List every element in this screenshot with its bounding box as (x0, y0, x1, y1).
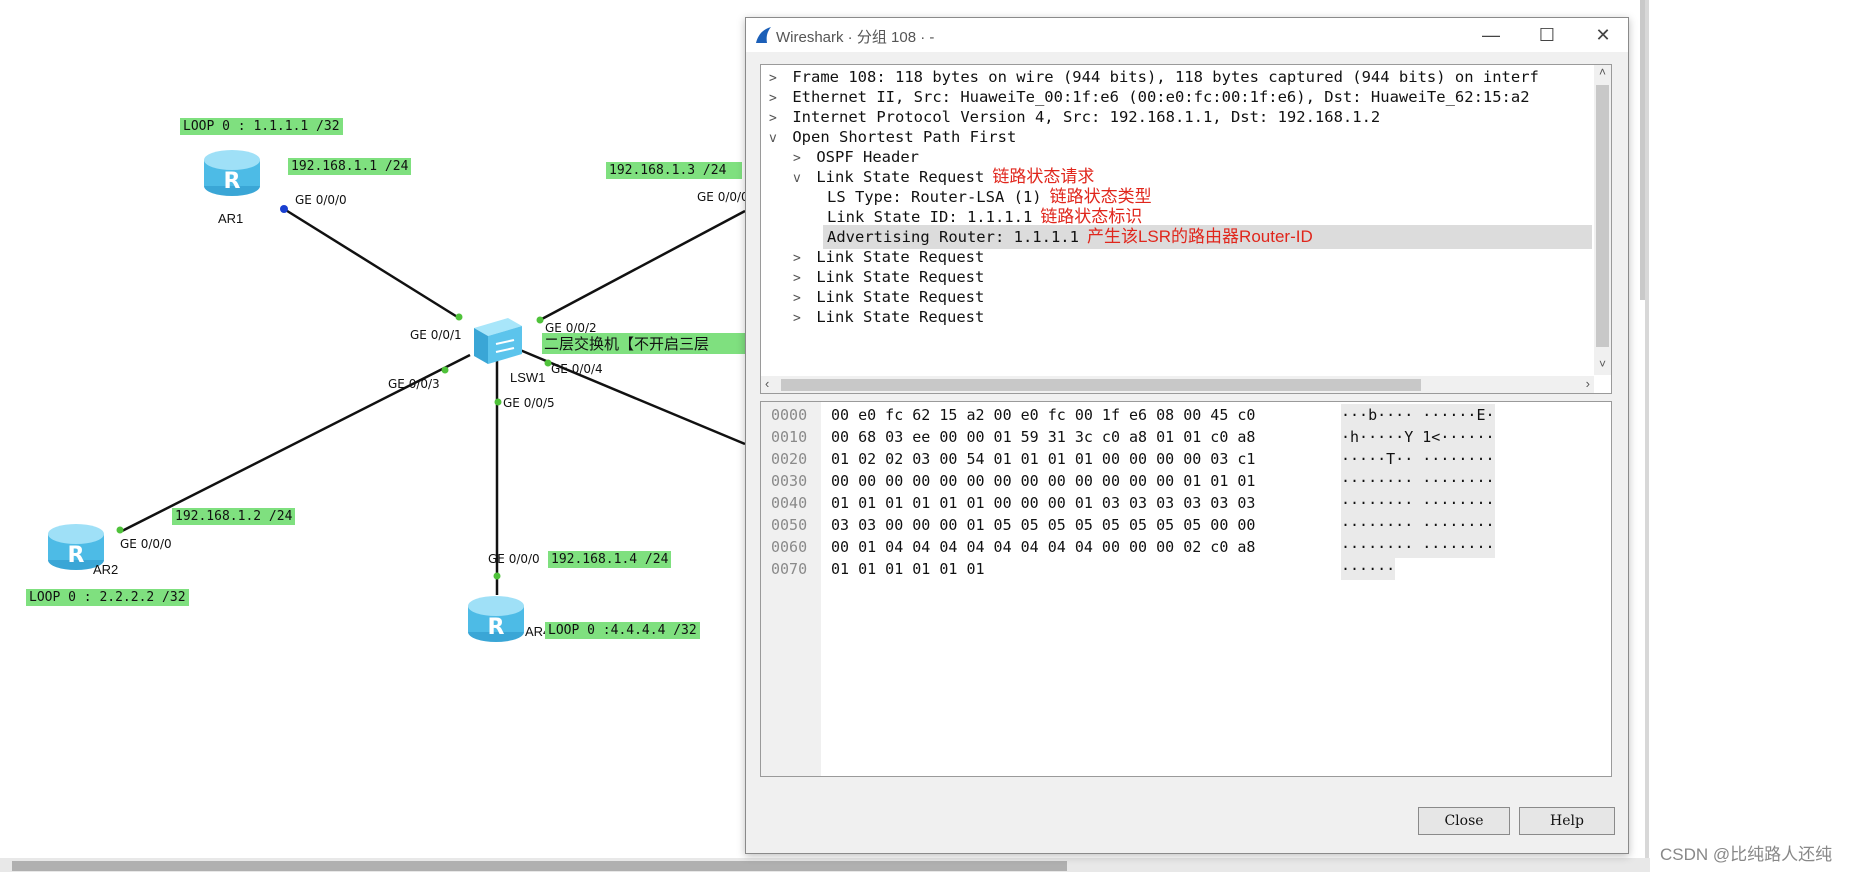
annotation-advertising-router: 产生该LSR的路由器Router-ID (1086, 227, 1313, 246)
hex-bytes[interactable]: 00 e0 fc 62 15 a2 00 e0 fc 00 1f e6 08 0… (831, 404, 1255, 426)
hex-ascii[interactable]: ·h·····Y 1<······ (1341, 426, 1495, 448)
hex-offset: 0020 (771, 450, 808, 468)
ip-label-ar2: 192.168.1.2 /24 (172, 508, 296, 525)
port-label-lsw-g1: GE 0/0/1 (410, 328, 462, 342)
hex-ascii[interactable]: ········ ········ (1341, 492, 1495, 514)
device-name-ar2: AR2 (93, 562, 119, 577)
hex-offset: 0060 (771, 538, 808, 556)
maximize-button[interactable]: ☐ (1524, 22, 1570, 48)
switch-lsw1-icon[interactable] (468, 314, 524, 366)
minimize-button[interactable]: — (1468, 22, 1514, 48)
packet-details-tree[interactable]: > Frame 108: 118 bytes on wire (944 bits… (760, 64, 1612, 394)
hex-bytes[interactable]: 01 01 01 01 01 01 00 00 00 01 03 03 03 0… (831, 492, 1255, 514)
hex-bytes[interactable]: 00 00 00 00 00 00 00 00 00 00 00 00 00 0… (831, 470, 1255, 492)
svg-text:R: R (488, 615, 505, 640)
device-name-ar1: AR1 (218, 211, 244, 226)
window-title: Wireshark · 分组 108 · - (776, 29, 935, 46)
ip-label-ar1: 192.168.1.1 /24 (288, 158, 412, 175)
loopback-label-ar1: LOOP 0 : 1.1.1.1 /32 (180, 118, 343, 135)
port-label-lsw-g5: GE 0/0/5 (503, 396, 555, 410)
tree-vertical-scrollbar[interactable]: ˄ ˅ (1594, 65, 1611, 375)
hex-ascii[interactable]: ········ ········ (1341, 514, 1495, 536)
canvas-right-edge (1645, 0, 1649, 872)
port-label-ar1: GE 0/0/0 (295, 193, 347, 207)
svg-text:R: R (68, 543, 85, 568)
loopback-label-ar2: LOOP 0 : 2.2.2.2 /32 (26, 589, 189, 606)
device-name-lsw1: LSW1 (510, 370, 546, 385)
router-ar1-icon[interactable]: R (202, 146, 262, 198)
scroll-down-arrow-icon[interactable]: ˅ (1596, 357, 1609, 371)
switch-note-label: 二层交换机【不开启三层 (542, 333, 746, 354)
hex-ascii[interactable]: ······ (1341, 558, 1396, 580)
annotation-ls-type: 链路状态类型 (1049, 187, 1152, 206)
hex-offset: 0050 (771, 516, 808, 534)
hex-offset: 0010 (771, 428, 808, 446)
hex-bytes[interactable]: 00 68 03 ee 00 00 01 59 31 3c c0 a8 01 0… (831, 426, 1255, 448)
hex-bytes[interactable]: 01 01 01 01 01 01 (831, 558, 985, 580)
port-label-ar4: GE 0/0/0 (488, 552, 540, 566)
close-button[interactable]: Close (1418, 807, 1510, 835)
csdn-watermark: CSDN @比纯路人还纯 (1660, 845, 1833, 864)
expand-arrow-icon[interactable]: > (793, 307, 807, 331)
annotation-lsr: 链路状态请求 (992, 167, 1095, 186)
hex-offset: 0070 (771, 560, 808, 578)
close-window-button[interactable]: ✕ (1580, 22, 1626, 48)
tree-row-lsr-5[interactable]: > Link State Request (761, 305, 1611, 331)
canvas-horizontal-scrollbar[interactable] (0, 858, 1650, 872)
hex-offset: 0030 (771, 472, 808, 490)
wireshark-fin-icon (754, 26, 772, 49)
hex-bytes[interactable]: 01 02 02 03 00 54 01 01 01 01 00 00 00 0… (831, 448, 1255, 470)
hex-ascii[interactable]: ········ ········ (1341, 536, 1495, 558)
hex-ascii[interactable]: ·····T·· ········ (1341, 448, 1495, 470)
window-title-bar[interactable]: Wireshark · 分组 108 · - — ☐ ✕ (746, 18, 1628, 52)
hex-offset: 0040 (771, 494, 808, 512)
port-label-lsw-g3: GE 0/0/3 (388, 377, 440, 391)
loopback-label-ar4: LOOP 0 :4.4.4.4 /32 (545, 622, 700, 639)
port-label-lsw-g4: GE 0/0/4 (551, 362, 603, 376)
ip-label-ar4: 192.168.1.4 /24 (548, 551, 672, 568)
hex-ascii[interactable]: ········ ········ (1341, 470, 1495, 492)
port-label-ar2: GE 0/0/0 (120, 537, 172, 551)
hex-offset: 0000 (771, 406, 808, 424)
annotation-link-state-id: 链路状态标识 (1040, 207, 1143, 226)
hex-bytes[interactable]: 00 01 04 04 04 04 04 04 04 04 00 00 00 0… (831, 536, 1255, 558)
ip-label-ar3: 192.168.1.3 /24 (606, 162, 742, 179)
canvas-scroll-thumb[interactable] (12, 861, 1067, 871)
wireshark-packet-window[interactable]: Wireshark · 分组 108 · - — ☐ ✕ > Frame 108… (745, 17, 1629, 854)
help-button[interactable]: Help (1519, 807, 1615, 835)
port-label-ar3: GE 0/0/0 (697, 190, 749, 204)
hex-ascii[interactable]: ···b···· ······E· (1341, 404, 1495, 426)
hex-bytes[interactable]: 03 03 00 00 00 01 05 05 05 05 05 05 05 0… (831, 514, 1255, 536)
router-ar4-icon[interactable]: R (466, 592, 526, 644)
scroll-up-arrow-icon[interactable]: ˄ (1596, 65, 1609, 79)
svg-text:R: R (224, 169, 241, 194)
packet-bytes-pane[interactable]: 0000 00 e0 fc 62 15 a2 00 e0 fc 00 1f e6… (760, 401, 1612, 777)
tree-hscroll-thumb[interactable] (781, 379, 1421, 391)
scroll-left-arrow-icon[interactable]: ‹ (765, 376, 769, 391)
tree-horizontal-scrollbar[interactable]: ‹ › (761, 376, 1594, 393)
scroll-right-arrow-icon[interactable]: › (1586, 376, 1590, 391)
tree-scroll-thumb[interactable] (1596, 85, 1609, 347)
